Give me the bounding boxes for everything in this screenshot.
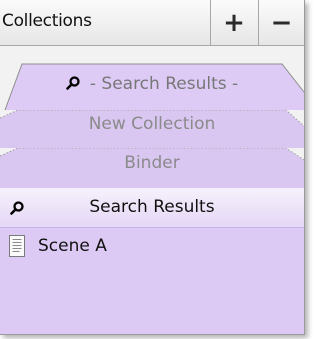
remove-collection-button[interactable]: −: [258, 0, 304, 46]
tab-search-results[interactable]: - Search Results -: [0, 74, 304, 94]
list-item[interactable]: Scene A: [0, 232, 304, 262]
tab-new-collection-label: New Collection: [88, 114, 216, 134]
tab-binder[interactable]: Binder: [0, 153, 304, 173]
document-icon: [9, 235, 25, 257]
list-item-label: Scene A: [38, 236, 107, 256]
collections-header: Collections + −: [0, 0, 304, 46]
search-results-row-label: Search Results: [89, 197, 215, 217]
collections-panel: Collections + − - Search Results - New C…: [0, 0, 305, 335]
tab-new-collection[interactable]: New Collection: [0, 114, 304, 134]
add-collection-button[interactable]: +: [210, 0, 257, 46]
collection-tabs: - Search Results - New Collection Binder: [0, 46, 304, 188]
tab-search-results-label: - Search Results -: [89, 74, 239, 94]
search-results-header-row[interactable]: Search Results: [0, 188, 304, 228]
collections-title: Collections: [2, 11, 92, 31]
tab-binder-label: Binder: [124, 153, 180, 173]
magnifier-icon: [66, 76, 80, 90]
